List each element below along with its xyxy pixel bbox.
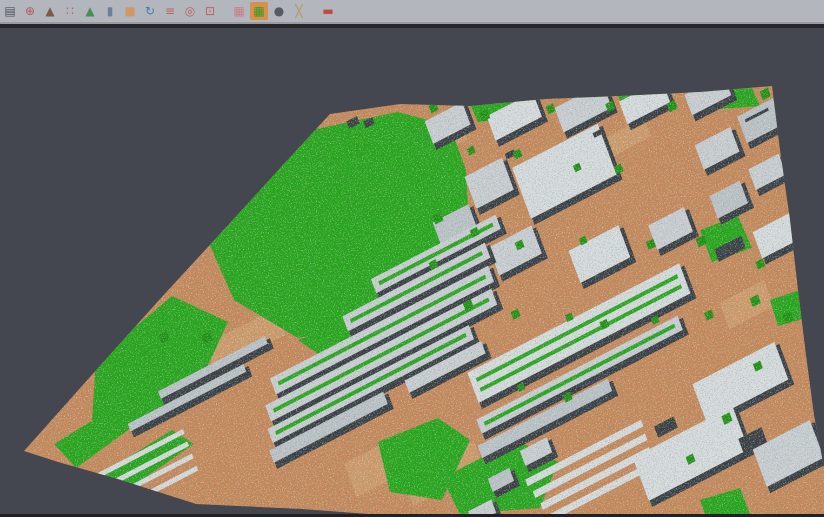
tree-patch: [788, 141, 798, 152]
refresh-icon-glyph: ↻: [145, 5, 155, 17]
extent-icon-glyph: ⊡: [205, 5, 215, 17]
classification-icon-glyph: ▦: [253, 5, 264, 17]
grid-icon[interactable]: ▦: [230, 2, 248, 20]
refresh-icon[interactable]: ↻: [141, 2, 159, 20]
measure-icon[interactable]: ╳: [290, 2, 308, 20]
point-cloud-icon-glyph: ∷: [66, 5, 74, 17]
screenshot-icon-glyph: ▬: [322, 5, 333, 17]
profile-icon[interactable]: ▮: [101, 2, 119, 20]
layer-list-icon-glyph: ≡: [165, 5, 175, 17]
dem-icon-glyph: ▲: [45, 5, 54, 17]
sphere-icon[interactable]: ●: [270, 2, 288, 20]
sphere-icon-glyph: ●: [274, 5, 284, 17]
terrain-icon[interactable]: ▲: [81, 2, 99, 20]
classification-icon[interactable]: ▦: [250, 2, 268, 20]
layer-list-icon[interactable]: ≡: [161, 2, 179, 20]
toolbar-bottom-strip: [0, 24, 824, 28]
screenshot-icon[interactable]: ▬: [319, 2, 337, 20]
terrain-group: [0, 0, 824, 517]
registration-icon-glyph: ⊕: [25, 5, 35, 17]
orthophoto-icon[interactable]: ■: [121, 2, 139, 20]
layers-icon[interactable]: ▤: [1, 2, 19, 20]
measure-icon-glyph: ╳: [295, 5, 302, 17]
point-cloud-icon[interactable]: ∷: [61, 2, 79, 20]
toolbar-separator: [310, 2, 317, 20]
viewport-canvas[interactable]: [0, 0, 824, 517]
profile-icon-glyph: ▮: [107, 5, 114, 17]
toolbar: ▤ ⊕ ▲ ∷ ▲ ▮ ■ ↻ ≡ ◎ ⊡ ▦ ▦ ● ╳ ▬: [0, 0, 824, 24]
registration-icon[interactable]: ⊕: [21, 2, 39, 20]
pointcloud-noise: [0, 0, 824, 517]
grid-icon-glyph: ▦: [233, 5, 244, 17]
extent-icon[interactable]: ⊡: [201, 2, 219, 20]
terrain-icon-glyph: ▲: [85, 5, 94, 17]
target-icon[interactable]: ◎: [181, 2, 199, 20]
dem-icon[interactable]: ▲: [41, 2, 59, 20]
tree-patch: [692, 56, 702, 67]
target-icon-glyph: ◎: [185, 5, 195, 17]
layers-icon-glyph: ▤: [4, 5, 15, 17]
toolbar-separator: [221, 2, 228, 20]
tree-patch: [618, 27, 628, 38]
orthophoto-icon-glyph: ■: [124, 5, 135, 17]
